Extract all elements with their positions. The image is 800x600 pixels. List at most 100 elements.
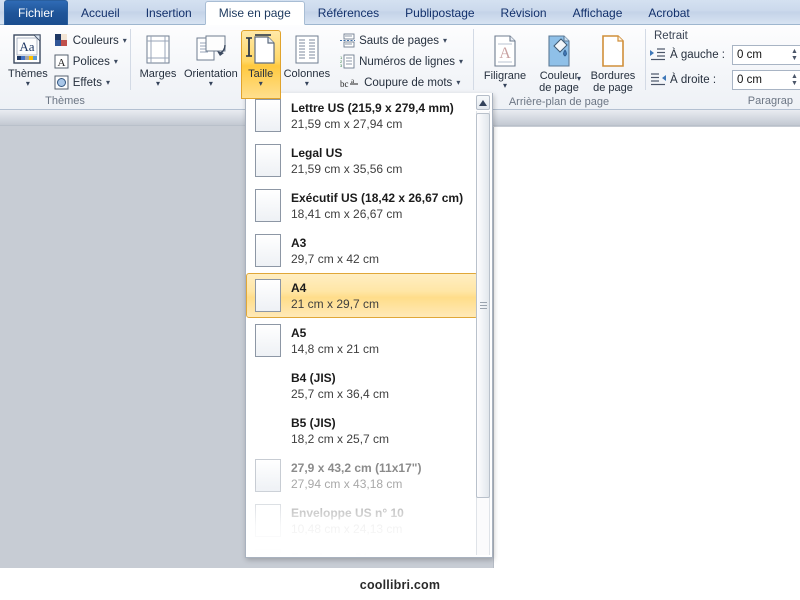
theme-effects-button[interactable]: Effets ▾ (51, 72, 132, 93)
page-color-button[interactable]: Couleur de page ▾ (532, 30, 586, 95)
page-size-option-dimensions: 21 cm x 29,7 cm (291, 296, 380, 311)
indent-right-spinner-arrows[interactable]: ▲ ▼ (788, 71, 800, 89)
indent-left-label: À gauche : (670, 49, 725, 61)
page-setup-small-buttons: Sauts de pages ▾ 123 Numéros de lignes ▾… (337, 28, 468, 93)
orientation-button[interactable]: Orientation ▾ (181, 30, 241, 88)
chevron-down-icon: ▾ (113, 57, 118, 66)
page-size-option[interactable]: Exécutif US (18,42 x 26,67 cm) 18,41 cm x… (246, 183, 478, 228)
ribbon-tab-mise-en-page[interactable]: Mise en page (204, 1, 305, 25)
document-page[interactable] (493, 127, 800, 582)
page-size-option[interactable]: 27,9 x 43,2 cm (11x17") 27,94 cm x 43,18 … (246, 453, 478, 498)
size-button[interactable]: Taille ▾ (240, 30, 281, 99)
page-size-option-dimensions: 25,7 cm x 36,4 cm (291, 386, 390, 401)
ribbon-tab-affichage[interactable]: Affichage (560, 2, 636, 25)
colors-icon (54, 33, 69, 48)
chevron-down-icon: ▾ (443, 36, 448, 45)
margins-icon (142, 34, 174, 66)
page-size-thumbnail-icon (255, 279, 281, 312)
page-size-option-name: B5 (JIS) (291, 415, 336, 430)
line-numbers-icon: 123 (340, 54, 355, 69)
page-size-thumbnail-icon (255, 144, 281, 177)
word-application-window: Fichier Accueil Insertion Mise en page Référ… (0, 0, 800, 600)
fonts-icon: A (54, 54, 69, 69)
theme-fonts-label: Polices (72, 55, 110, 68)
page-size-option-name: Enveloppe DL (291, 550, 372, 558)
page-breaks-label: Sauts de pages (359, 34, 440, 47)
page-color-button-label: Couleur de page (539, 70, 579, 94)
page-size-thumbnail-icon (255, 504, 281, 537)
page-size-option-text: Enveloppe DL11 cm x 22 cm (291, 550, 372, 558)
chevron-down-icon: ▾ (208, 79, 213, 88)
ribbon-group-title-page-background: Arrière-plan de page (508, 96, 610, 108)
ribbon-group-page-background: A Filigrane ▾ Couleur de page ▾ Bordures… (473, 25, 645, 110)
ribbon-tab-accueil[interactable]: Accueil (68, 2, 133, 25)
page-size-option[interactable]: A4 21 cm x 29,7 cm (246, 273, 478, 318)
chevron-down-icon: ▾ (155, 79, 160, 88)
hyphenation-icon: bc a (340, 75, 360, 90)
indent-right-icon (650, 73, 666, 87)
page-borders-button-label: Bordures de page (590, 70, 636, 94)
theme-colors-button[interactable]: Couleurs ▾ (51, 30, 132, 51)
page-size-option[interactable]: A3 29,7 cm x 42 cm (246, 228, 478, 273)
scrollbar-thumb[interactable] (476, 113, 490, 498)
indent-right-row: À droite : 0 cm ▲ ▼ (650, 69, 800, 91)
page-size-dropdown-menu[interactable]: Lettre US (215,9 x 279,4 mm) 21,59 cm x 2… (245, 93, 493, 558)
page-size-option[interactable]: Lettre US (215,9 x 279,4 mm) 21,59 cm x 2… (246, 93, 478, 138)
ribbon-group-paragraph: Retrait À gauche : 0 cm ▲ ▼ À droite: 0… (645, 25, 800, 110)
ribbon-tab-publipostage[interactable]: Publipostage (392, 2, 487, 25)
hyphenation-button[interactable]: bc a Coupure de mots ▾ (337, 72, 468, 93)
page-size-option-name: A3 (291, 235, 307, 250)
page-size-option[interactable]: B4 (JIS) 25,7 cm x 36,4 cm (246, 363, 478, 408)
dropdown-scrollbar[interactable] (476, 95, 490, 555)
site-watermark: coollibri.com (359, 578, 441, 592)
page-size-option[interactable]: Enveloppe US n° 10 10,48 cm x 24,13 cm (246, 498, 478, 543)
ribbon-tab-insertion[interactable]: Insertion (133, 2, 205, 25)
ribbon-tabs: Fichier Accueil Insertion Mise en page Référ… (0, 0, 800, 25)
indent-left-stepper[interactable]: 0 cm ▲ ▼ (732, 45, 800, 65)
columns-button[interactable]: Colonnes ▾ (281, 30, 333, 88)
scroll-up-arrow-button[interactable] (476, 95, 490, 110)
page-size-option-dimensions: 18,2 cm x 25,7 cm (291, 431, 390, 446)
page-size-list: Lettre US (215,9 x 279,4 mm) 21,59 cm x 2… (246, 93, 478, 558)
columns-icon (291, 34, 323, 66)
page-size-option-name: Exécutif US (18,42 x 26,67 cm) (291, 190, 464, 205)
page-size-option-dimensions: 27,94 cm x 43,18 cm (291, 476, 403, 491)
size-icon (245, 34, 277, 66)
ribbon-tab-acrobat[interactable]: Acrobat (635, 2, 702, 25)
page-size-option-text: Lettre US (215,9 x 279,4 mm) 21,59 cm x 2… (291, 100, 454, 132)
page-size-option[interactable]: Legal US 21,59 cm x 35,56 cm (246, 138, 478, 183)
page-size-option[interactable]: A5 14,8 cm x 21 cm (246, 318, 478, 363)
watermark-button[interactable]: A Filigrane ▾ (478, 30, 532, 90)
line-numbers-label: Numéros de lignes (359, 55, 455, 68)
page-size-thumbnail-icon (255, 234, 281, 267)
page-size-option[interactable]: Enveloppe DL11 cm x 22 cm (246, 543, 478, 558)
page-size-option-dimensions: 21,59 cm x 35,56 cm (291, 161, 403, 176)
chevron-down-icon: ▾ (502, 81, 507, 90)
theme-fonts-button[interactable]: A Polices ▾ (51, 51, 132, 72)
page-breaks-button[interactable]: Sauts de pages ▾ (337, 30, 468, 51)
ribbon-tab-fichier[interactable]: Fichier (4, 0, 69, 25)
svg-text:A: A (499, 45, 511, 62)
indent-left-spinner-arrows[interactable]: ▲ ▼ (788, 46, 800, 64)
chevron-down-icon: ▾ (456, 78, 461, 87)
indent-left-value: 0 cm (737, 49, 762, 61)
ribbon-tab-r-vision[interactable]: Révision (488, 2, 560, 25)
page-size-option-name: Enveloppe US n° 10 (291, 505, 404, 520)
page-size-option-dimensions: 18,41 cm x 26,67 cm (291, 206, 403, 221)
page-borders-icon (597, 34, 629, 68)
line-numbers-button[interactable]: 123 Numéros de lignes ▾ (337, 51, 468, 72)
indent-right-stepper[interactable]: 0 cm ▲ ▼ (732, 70, 800, 90)
page-size-option[interactable]: B5 (JIS) 18,2 cm x 25,7 cm (246, 408, 478, 453)
page-borders-button[interactable]: Bordures de page (586, 30, 640, 95)
ribbon-tab-r-f-rences[interactable]: Références (305, 2, 392, 25)
orientation-icon (194, 34, 228, 66)
margins-button[interactable]: Marges ▾ (135, 30, 181, 88)
page-size-option-text: B5 (JIS) 18,2 cm x 25,7 cm (291, 415, 389, 447)
chevron-down-icon: ▾ (25, 79, 30, 88)
page-size-option-name: A4 (291, 280, 307, 295)
page-size-option-text: A4 21 cm x 29,7 cm (291, 280, 379, 312)
page-size-option-text: A5 14,8 cm x 21 cm (291, 325, 379, 357)
themes-button[interactable]: Aa Thèmes ▾ (5, 30, 51, 88)
chevron-down-icon: ▾ (105, 78, 110, 87)
chevron-down-icon: ▾ (258, 79, 263, 88)
